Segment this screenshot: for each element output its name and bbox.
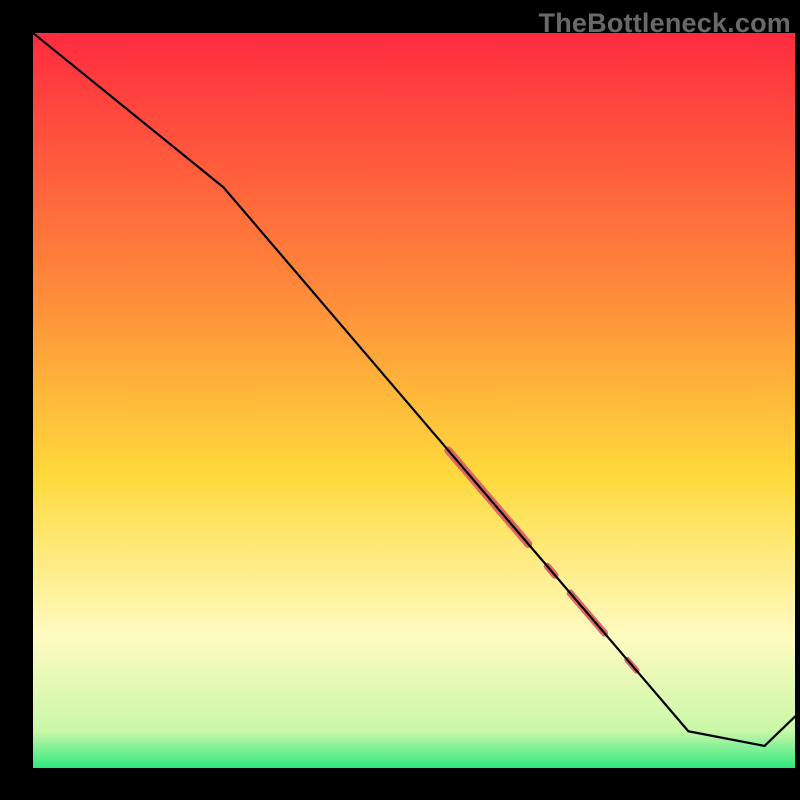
gradient-background <box>33 33 795 768</box>
chart-plot <box>33 33 795 768</box>
chart-frame: TheBottleneck.com <box>0 0 800 800</box>
watermark-text: TheBottleneck.com <box>539 8 791 39</box>
